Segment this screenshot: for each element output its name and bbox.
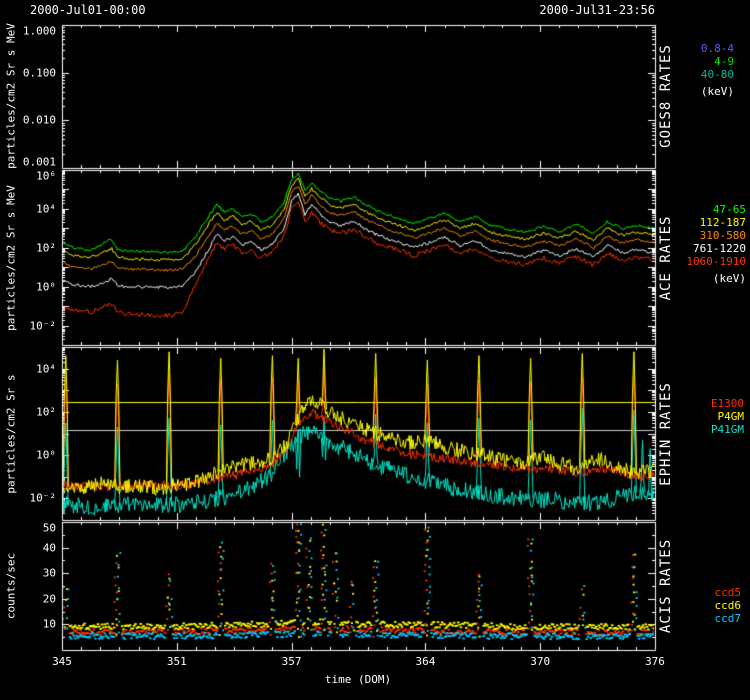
panel-label-ephin-rates: EPHIN RATES	[658, 382, 674, 486]
radiation-monitor-screen: 2000-Jul01-00:00 2000-Jul31-23:56 1.0000…	[0, 0, 750, 700]
y-axis-title-goes8: particles/cm2 Sr s MeV	[5, 23, 18, 169]
x-axis-title: time (DOM)	[325, 673, 391, 686]
panel-label-acis-rates: ACIS RATES	[658, 539, 674, 633]
y-axis-title-ephin: particles/cm2 Sr s	[5, 374, 18, 493]
panel-label-goes8-rates: GOES8 RATES	[658, 44, 674, 148]
y-axis-title-ace: particles/cm2 Sr s MeV	[5, 185, 18, 331]
y-axis-title-acis: counts/sec	[5, 553, 18, 619]
plot-canvas	[0, 0, 750, 700]
panel-label-ace-rates: ACE RATES	[658, 216, 674, 301]
